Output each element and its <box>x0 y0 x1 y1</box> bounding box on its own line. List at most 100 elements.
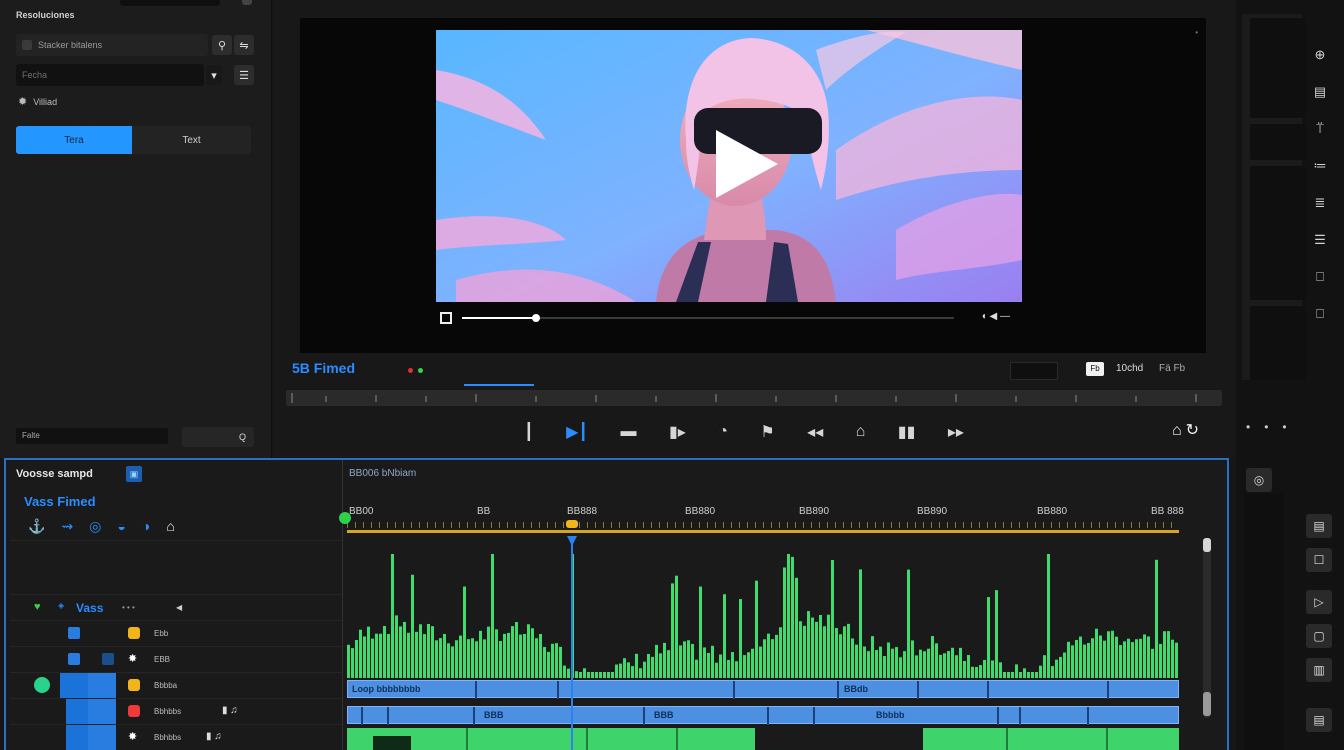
home-tool-icon[interactable]: ⌂ <box>166 518 174 535</box>
step-forward-button[interactable]: ▮▸ <box>669 422 686 442</box>
track-mute-icon[interactable] <box>128 705 140 717</box>
time-ruler-ticks[interactable] <box>347 522 1179 528</box>
crop-tool-icon[interactable]: ⍡ <box>1300 114 1340 144</box>
track-row[interactable]: Bbbba <box>10 672 342 699</box>
mark-in-button[interactable]: ┃ <box>524 422 534 442</box>
fast-forward-button[interactable]: ▸▸ <box>948 422 964 442</box>
scrub-bar[interactable]: ◖ ◀ — <box>436 310 1022 326</box>
bars-tool-icon[interactable]: ≣ <box>1300 188 1340 218</box>
rewind-button[interactable]: ◂◂ <box>807 422 823 442</box>
track-color-icon[interactable] <box>128 627 140 639</box>
search-button[interactable]: ⚲ <box>212 35 232 55</box>
playhead-handle[interactable] <box>566 536 577 546</box>
track-row[interactable]: Bbhbbs ▮ ♫ <box>10 698 342 750</box>
track-row[interactable]: ✸ Bbhbbs ▮ ♫ <box>10 724 342 750</box>
scrub-knob[interactable] <box>531 314 540 322</box>
play-overlay-icon[interactable] <box>716 130 778 198</box>
pause-button[interactable]: ▮▮ <box>898 422 916 442</box>
track-active-indicator[interactable] <box>34 677 50 693</box>
footer-field[interactable]: Falte <box>16 428 168 444</box>
pause-small-icon[interactable] <box>440 312 452 324</box>
audio-waveform[interactable] <box>347 550 1179 678</box>
mini-timeline-ruler[interactable] <box>286 390 1222 406</box>
search-input[interactable]: Stacker bitalens <box>16 34 208 56</box>
loop-button[interactable]: ◔ <box>718 423 728 441</box>
track-color-icon[interactable] <box>128 679 140 691</box>
frame-tool-icon[interactable]: ⎕ <box>1300 262 1340 292</box>
track-row-video[interactable]: ♥ ◈ Vass • • • ◀ <box>10 594 342 620</box>
link-tool-icon[interactable]: ◒ <box>117 518 125 535</box>
segment-tab-off[interactable]: Text <box>132 126 251 154</box>
format-chip[interactable]: Fb <box>1086 362 1104 376</box>
list-tool-icon[interactable]: ▤ <box>1300 77 1340 107</box>
filter-row[interactable]: ✹ Villiad <box>18 95 57 108</box>
snap-tool-icon[interactable]: ◎ <box>89 518 101 535</box>
lower-tool-icon[interactable]: ▥ <box>1306 658 1332 682</box>
clip-track-1[interactable]: Loop bbbbbbbb BBdb <box>347 680 1179 699</box>
list-icon[interactable]: ☰ <box>234 65 254 85</box>
add-tool-icon[interactable]: ⊕ <box>1300 40 1340 70</box>
scroll-thumb[interactable] <box>1203 538 1211 552</box>
video-preview[interactable] <box>436 30 1022 302</box>
work-area-bar[interactable] <box>347 530 1179 533</box>
ripple-tool-icon[interactable]: ⇝ <box>61 518 73 535</box>
track-settings-icon[interactable]: ✸ <box>128 652 137 665</box>
track-arrow-icon[interactable]: ◀ <box>176 603 182 612</box>
scroll-thumb-lower[interactable] <box>1203 692 1211 716</box>
playhead-marker[interactable] <box>565 520 578 528</box>
work-area-start-handle[interactable] <box>339 512 351 524</box>
lower-tool-icon[interactable]: ☐ <box>1306 548 1332 572</box>
track-toggle[interactable] <box>68 627 80 639</box>
track-select[interactable] <box>88 673 116 699</box>
track-toggle[interactable] <box>68 653 80 665</box>
lower-tool-icon[interactable]: ▤ <box>1306 514 1332 538</box>
timeline-scrollbar[interactable] <box>1203 538 1211 718</box>
footer-button[interactable]: Q <box>182 427 254 447</box>
audio-clip-track[interactable] <box>347 728 1179 750</box>
track-dots-icon[interactable]: • • • <box>122 603 135 612</box>
waveform-bar <box>1103 640 1106 678</box>
lower-tool-icon[interactable]: ▤ <box>1306 708 1332 732</box>
waveform-bar <box>551 643 554 678</box>
track-row[interactable]: Ebb <box>10 620 342 646</box>
waveform-bar <box>363 636 366 678</box>
waveform-bar <box>767 633 770 678</box>
viewer-extra-label[interactable]: Fä Fb <box>1159 363 1185 374</box>
menu-tool-icon[interactable]: ☰ <box>1300 225 1340 255</box>
scrub-track[interactable] <box>462 314 954 322</box>
insert-button[interactable]: ▬ <box>620 423 636 441</box>
frame-tool-icon-2[interactable]: ⎕ <box>1300 299 1340 329</box>
track-row[interactable]: ✸ EBB <box>10 646 342 672</box>
settings-sliders-icon[interactable]: ⇋ <box>234 35 254 55</box>
lower-tool-icon[interactable]: ▷ <box>1306 590 1332 614</box>
dropdown-icon[interactable]: ▾ <box>206 65 222 85</box>
playhead[interactable] <box>570 536 573 750</box>
track-lock-icon[interactable] <box>102 653 114 665</box>
target-icon[interactable]: ◈ <box>58 601 64 610</box>
align-tool-icon[interactable]: ≔ <box>1300 151 1340 181</box>
timecode-field[interactable] <box>1010 362 1058 380</box>
heart-icon[interactable]: ♥ <box>34 601 41 613</box>
track-fx-icon[interactable]: ✸ <box>128 730 137 743</box>
track-audio-icon[interactable]: ▮ ♫ <box>206 731 222 742</box>
timeline-tracks-area[interactable]: BB006 bNbiam BB00 BB BB888 BB880 BB890 B… <box>339 460 1226 750</box>
volume-controls[interactable]: ◖ ◀ — <box>981 311 1010 322</box>
play-button[interactable]: ▶┃ <box>566 422 588 442</box>
clip-track-2[interactable]: BBB BBB Bbbbb <box>347 706 1179 725</box>
waveform-bar <box>691 643 694 678</box>
razor-tool-icon[interactable]: ⚓ <box>28 518 45 535</box>
segment-tab-on[interactable]: Tera <box>16 126 132 154</box>
panel-swap-icon[interactable]: ◎ <box>1246 468 1272 492</box>
marker-tool-icon[interactable]: ◑ <box>142 518 150 535</box>
panel-menu-icon[interactable] <box>242 0 252 5</box>
text-field[interactable]: Fecha <box>16 64 204 86</box>
marker-button[interactable]: ⚑ <box>760 422 774 442</box>
track-audio-icon[interactable]: ▮ ♫ <box>222 705 238 716</box>
export-icons[interactable]: ⌂↻ <box>1172 420 1203 440</box>
timeline-badge-icon[interactable]: ▣ <box>126 466 142 482</box>
lift-button[interactable]: ⌂ <box>856 423 866 441</box>
monitor-corner-icon[interactable]: • <box>1195 28 1198 37</box>
lower-tool-icon[interactable]: ▢ <box>1306 624 1332 648</box>
track-select[interactable] <box>60 673 88 699</box>
more-options-icon[interactable]: ••• <box>1246 420 1301 434</box>
